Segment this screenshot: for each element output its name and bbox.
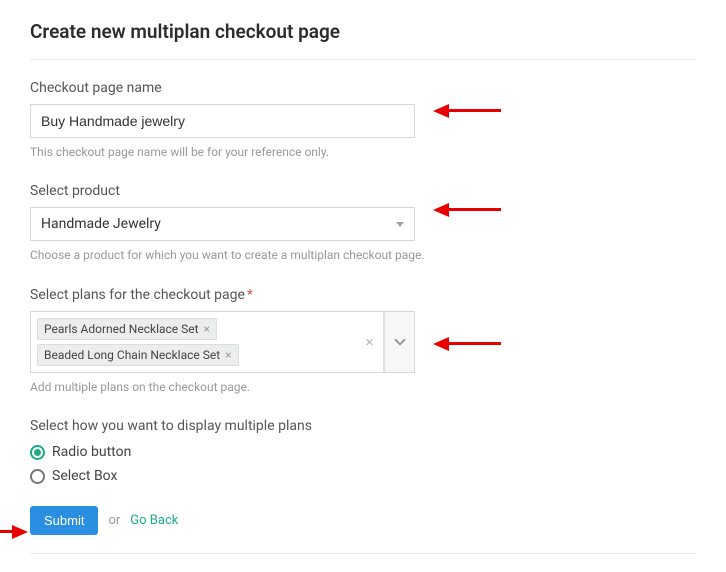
product-label: Select product <box>30 183 696 199</box>
bottom-divider <box>30 553 696 554</box>
radio-option-select-box[interactable]: Select Box <box>30 468 696 484</box>
product-selected-value: Handmade Jewelry <box>41 216 161 232</box>
plan-tag-label: Pearls Adorned Necklace Set <box>44 322 199 336</box>
plan-tag: Beaded Long Chain Necklace Set × <box>37 344 239 366</box>
plans-tags-area[interactable]: Pearls Adorned Necklace Set × Beaded Lon… <box>31 312 356 372</box>
chevron-down-icon <box>394 335 405 346</box>
radio-option-label: Select Box <box>52 468 117 484</box>
radio-option-label: Radio button <box>52 444 131 460</box>
or-text: or <box>108 513 120 528</box>
checkout-name-input[interactable] <box>30 104 415 138</box>
plans-helper: Add multiple plans on the checkout page. <box>30 379 430 396</box>
submit-button[interactable]: Submit <box>30 506 98 535</box>
clear-all-icon[interactable]: × <box>356 312 384 372</box>
plan-tag-label: Beaded Long Chain Necklace Set <box>44 348 220 362</box>
display-label: Select how you want to display multiple … <box>30 418 696 434</box>
checkout-name-label: Checkout page name <box>30 80 696 96</box>
page-title: Create new multiplan checkout page <box>30 20 696 43</box>
remove-tag-icon[interactable]: × <box>204 323 210 335</box>
radio-icon <box>30 445 45 460</box>
title-divider <box>30 59 696 60</box>
plans-dropdown-toggle[interactable] <box>384 312 414 372</box>
field-plans: Select plans for the checkout page* Pear… <box>30 287 696 396</box>
plans-multiselect[interactable]: Pearls Adorned Necklace Set × Beaded Lon… <box>30 311 415 373</box>
go-back-link[interactable]: Go Back <box>130 513 178 528</box>
required-asterisk: * <box>247 287 253 303</box>
radio-option-radio-button[interactable]: Radio button <box>30 444 696 460</box>
field-display-mode: Select how you want to display multiple … <box>30 418 696 484</box>
field-product: Select product Handmade Jewelry Choose a… <box>30 183 696 264</box>
checkout-name-helper: This checkout page name will be for your… <box>30 144 430 161</box>
field-checkout-name: Checkout page name This checkout page na… <box>30 80 696 161</box>
remove-tag-icon[interactable]: × <box>225 349 231 361</box>
caret-down-icon <box>396 222 404 227</box>
product-helper: Choose a product for which you want to c… <box>30 247 430 264</box>
plans-label: Select plans for the checkout page* <box>30 287 696 303</box>
actions-row: Submit or Go Back <box>30 506 696 535</box>
product-select[interactable]: Handmade Jewelry <box>30 207 415 241</box>
radio-icon <box>30 469 45 484</box>
plan-tag: Pearls Adorned Necklace Set × <box>37 318 217 340</box>
